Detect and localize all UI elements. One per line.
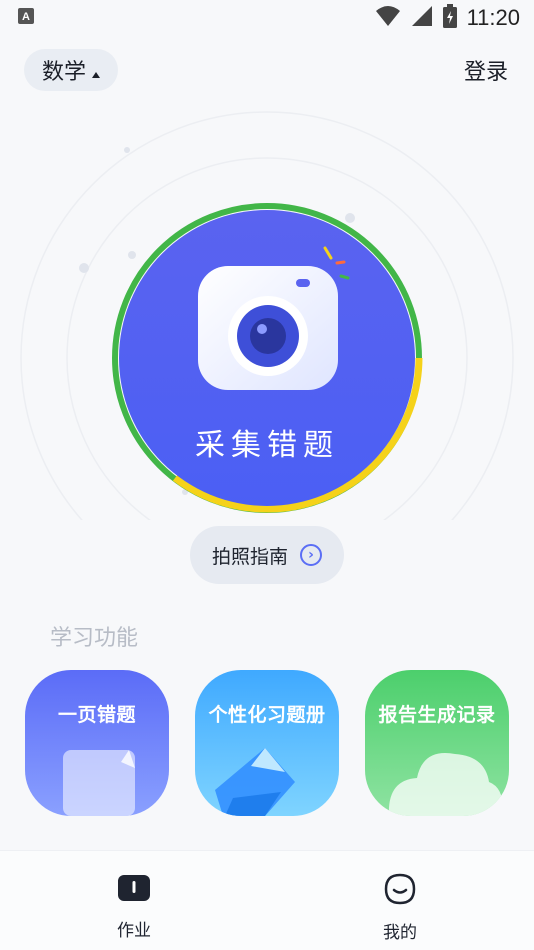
status-time: 11:20 — [466, 5, 520, 30]
tab-mine[interactable]: 我的 — [360, 873, 440, 943]
capture-label: 采集错题 — [195, 428, 339, 463]
wifi-icon — [375, 5, 401, 32]
capture-area: 采集错题 — [0, 100, 534, 605]
battery-charging-icon — [442, 3, 457, 33]
tab-label: 作业 — [117, 921, 151, 941]
subject-selector[interactable]: 数学 — [24, 49, 119, 91]
cloud-icon — [388, 753, 504, 816]
a-letter-icon: A — [18, 7, 34, 29]
card-label: 一页错题 — [57, 704, 136, 726]
book-icon — [117, 873, 151, 908]
login-link[interactable]: 登录 — [464, 54, 510, 86]
tab-bar: 作业 我的 — [0, 850, 534, 950]
tab-label: 我的 — [383, 923, 417, 943]
tab-homework[interactable]: 作业 — [94, 873, 174, 941]
signal-icon — [411, 5, 433, 32]
section-title: 学习功能 — [50, 626, 139, 651]
header: 数学 登录 — [24, 49, 510, 91]
pencil-icon — [215, 748, 295, 816]
feature-cards: 一页错题 个性化习题册 报告生成记录 — [25, 670, 511, 820]
photo-guide-label: 拍照指南 — [211, 545, 288, 568]
status-bar: A 11:20 — [0, 0, 534, 36]
photo-guide-button[interactable]: 拍照指南 › — [190, 526, 344, 584]
card-label: 报告生成记录 — [378, 704, 496, 726]
card-personal-workbook[interactable]: 个性化习题册 — [195, 670, 339, 816]
page-icon — [63, 750, 135, 816]
card-label: 个性化习题册 — [208, 704, 326, 726]
card-error-page[interactable]: 一页错题 — [25, 670, 169, 816]
svg-text:A: A — [22, 11, 30, 23]
subject-label: 数学 — [42, 60, 87, 85]
face-icon — [384, 873, 416, 910]
caret-icon — [92, 72, 101, 78]
card-report-history[interactable]: 报告生成记录 — [365, 670, 509, 816]
status-right: 11:20 — [375, 3, 520, 33]
chevron-right-icon: › — [300, 544, 322, 566]
